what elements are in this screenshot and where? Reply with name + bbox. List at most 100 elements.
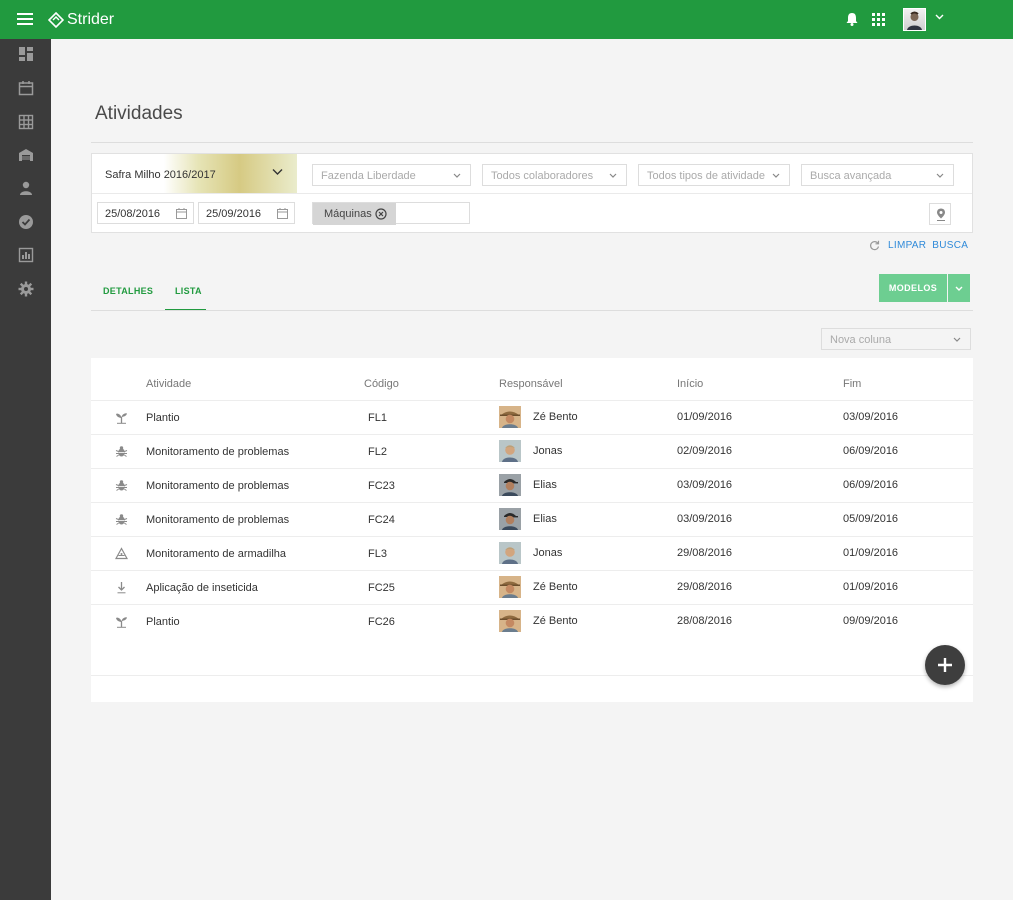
chevron-down-icon <box>453 173 461 178</box>
clear-search-button[interactable]: LIMPAR BUSCA <box>869 238 968 252</box>
cell-fim: 09/09/2016 <box>843 615 899 627</box>
cell-atividade: Monitoramento de armadilha <box>146 548 287 560</box>
tipos-atividade-select[interactable]: Todos tipos de atividade <box>638 164 790 186</box>
cell-fim: 01/09/2016 <box>843 581 899 593</box>
date-start-field[interactable]: 25/08/2016 <box>97 202 194 224</box>
map-pin-button[interactable] <box>929 203 951 225</box>
notification-bell-icon[interactable] <box>843 10 861 28</box>
table-row[interactable]: Monitoramento de problemas FL2 Jonas 02/09/… <box>91 434 973 468</box>
refresh-icon <box>870 240 880 250</box>
cell-inicio: 01/09/2016 <box>677 411 733 423</box>
calendar-icon[interactable] <box>18 80 34 96</box>
table-row[interactable]: Plantio FC26 Zé Bento 28/08/2016 09/09/2016 <box>91 604 973 638</box>
column-header-codigo[interactable]: Código <box>364 378 399 390</box>
cell-codigo: FL3 <box>368 548 387 560</box>
table-end-divider <box>91 675 973 676</box>
chevron-down-icon <box>936 173 944 178</box>
modelos-button[interactable]: MODELOS <box>879 274 947 302</box>
cell-fim: 03/09/2016 <box>843 411 899 423</box>
nova-coluna-label: Nova coluna <box>830 334 892 346</box>
cell-fim: 06/09/2016 <box>843 445 899 457</box>
safra-label: Safra Milho 2016/2017 <box>105 169 216 181</box>
clear-label: LIMPAR <box>888 239 927 251</box>
modelos-dropdown-button[interactable] <box>948 274 970 302</box>
menu-icon[interactable] <box>17 13 33 27</box>
cell-codigo: FC24 <box>368 514 395 526</box>
brand-logo[interactable]: Strider <box>48 9 114 31</box>
cell-codigo: FC23 <box>368 480 395 492</box>
date-end-value: 25/09/2016 <box>206 208 262 220</box>
calendar-icon <box>176 208 187 219</box>
trap-triangle-icon <box>114 547 129 560</box>
column-header-fim[interactable]: Fim <box>843 378 861 390</box>
plus-icon <box>938 658 952 672</box>
tipos-value: Todos tipos de atividade <box>647 170 766 182</box>
check-circle-icon[interactable] <box>18 214 34 230</box>
bug-icon <box>115 513 128 526</box>
column-header-responsavel[interactable]: Responsável <box>499 378 563 390</box>
user-avatar[interactable] <box>903 8 926 31</box>
title-divider <box>91 142 973 143</box>
table-row[interactable]: Monitoramento de armadilha FL3 Jonas 29/08/… <box>91 536 973 570</box>
date-end-field[interactable]: 25/09/2016 <box>198 202 295 224</box>
person-icon[interactable] <box>18 180 34 196</box>
chevron-down-icon <box>955 286 963 291</box>
cell-inicio: 28/08/2016 <box>677 615 733 627</box>
cell-atividade: Aplicação de inseticida <box>146 582 258 594</box>
strider-logo-icon <box>48 12 64 28</box>
busca-value: Busca avançada <box>810 170 892 182</box>
column-header-inicio[interactable]: Início <box>677 378 703 390</box>
map-pin-icon <box>937 208 945 221</box>
top-bar: Strider <box>0 0 1013 39</box>
cell-codigo: FC26 <box>368 616 395 628</box>
settings-icon[interactable] <box>18 281 34 297</box>
responsavel-avatar <box>499 610 521 632</box>
clear-label-busca: BUSCA <box>932 239 969 251</box>
responsavel-avatar <box>499 576 521 598</box>
remove-chip-icon[interactable] <box>375 208 387 220</box>
cell-atividade: Plantio <box>146 616 180 628</box>
safra-selector[interactable]: Safra Milho 2016/2017 <box>92 154 297 193</box>
page-title: Atividades <box>95 103 183 124</box>
fazenda-select[interactable]: Fazenda Liberdade <box>312 164 471 186</box>
colaboradores-select[interactable]: Todos colaboradores <box>482 164 627 186</box>
bug-icon <box>115 479 128 492</box>
machine-filter-input[interactable]: Máquinas <box>312 202 470 225</box>
table-row[interactable]: Monitoramento de problemas FC23 Elias 03/09… <box>91 468 973 502</box>
nova-coluna-select[interactable]: Nova coluna <box>821 328 971 350</box>
column-header-atividade[interactable]: Atividade <box>146 378 191 390</box>
responsavel-avatar <box>499 406 521 428</box>
spray-drop-icon <box>115 581 128 594</box>
dashboard-icon[interactable] <box>18 46 34 62</box>
table-row[interactable]: Plantio FL1 Zé Bento 01/09/2016 03/09/2016 <box>91 400 973 434</box>
tab-lista[interactable]: LISTA <box>175 286 202 296</box>
cell-responsavel: Jonas <box>533 445 563 457</box>
chevron-down-icon <box>272 169 283 175</box>
table-row[interactable]: Aplicação de inseticida FC25 Zé Bento 29/08… <box>91 570 973 604</box>
activities-table: Atividade Código Responsável Início Fim … <box>91 358 973 702</box>
cell-codigo: FC25 <box>368 582 395 594</box>
bug-icon <box>115 445 128 458</box>
plant-sprout-icon <box>115 411 128 424</box>
report-chart-icon[interactable] <box>18 247 34 263</box>
cell-fim: 05/09/2016 <box>843 513 899 525</box>
responsavel-avatar <box>499 440 521 462</box>
cell-atividade: Monitoramento de problemas <box>146 480 290 492</box>
add-activity-button[interactable] <box>925 645 965 685</box>
tab-detalhes[interactable]: DETALHES <box>103 286 153 296</box>
table-row[interactable]: Monitoramento de problemas FC24 Elias 03/09… <box>91 502 973 536</box>
tabs-divider <box>91 310 973 311</box>
cell-inicio: 03/09/2016 <box>677 513 733 525</box>
map-grid-icon[interactable] <box>18 114 34 130</box>
date-start-value: 25/08/2016 <box>105 208 161 220</box>
busca-avancada-select[interactable]: Busca avançada <box>801 164 954 186</box>
cell-atividade: Monitoramento de problemas <box>146 514 290 526</box>
cell-inicio: 29/08/2016 <box>677 547 733 559</box>
cell-fim: 01/09/2016 <box>843 547 899 559</box>
apps-grid-icon[interactable] <box>870 10 888 28</box>
cell-responsavel: Zé Bento <box>533 581 578 593</box>
chevron-down-icon[interactable] <box>935 14 944 20</box>
chevron-down-icon <box>609 173 617 178</box>
cell-inicio: 03/09/2016 <box>677 479 733 491</box>
warehouse-icon[interactable] <box>18 147 34 163</box>
